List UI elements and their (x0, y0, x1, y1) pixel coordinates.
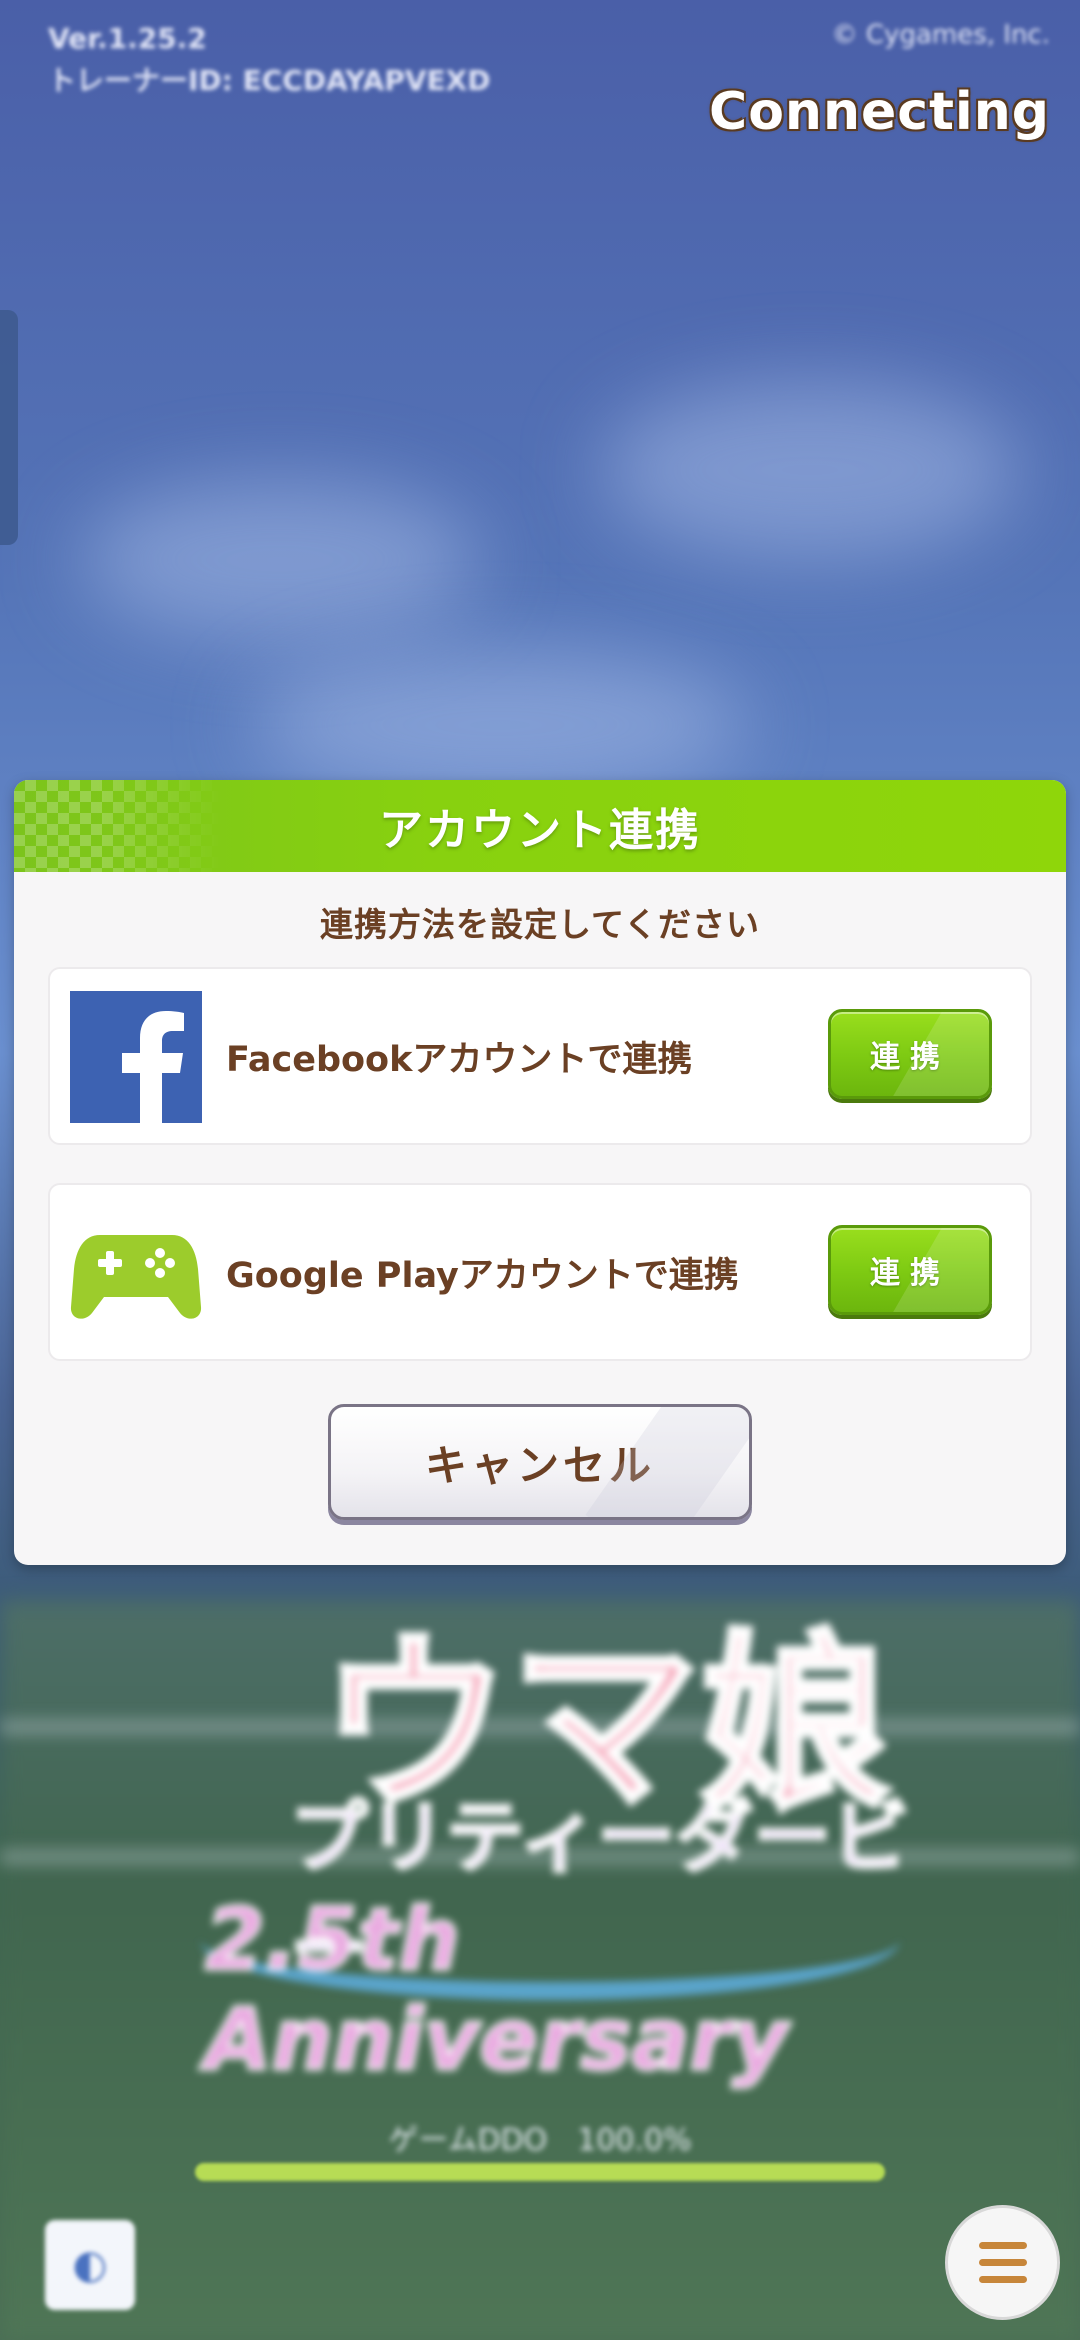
gamepad-icon (70, 1225, 202, 1325)
cancel-button[interactable]: キャンセル (328, 1404, 752, 1520)
game-logo: ウマ娘 プリティーダービー 2.5th Anniversary (150, 1560, 930, 2092)
menu-button[interactable] (945, 2205, 1060, 2320)
cloud (80, 480, 480, 640)
facebook-icon (70, 991, 202, 1123)
account-link-dialog: アカウント連携 連携方法を設定してください Facebookアカウントで連携 連… (14, 780, 1066, 1565)
loading-progress-bar (195, 2163, 885, 2181)
cloud (250, 650, 750, 800)
dialog-subtitle: 連携方法を設定してください (319, 905, 761, 944)
menu-line (978, 2276, 1027, 2283)
facebook-link-button[interactable]: 連携 (828, 1009, 992, 1099)
copyright: © Cygames, Inc. (831, 20, 1050, 50)
connecting-status: Connecting (709, 82, 1050, 142)
logo-anniversary-text: 2.5th Anniversary (204, 1889, 790, 2092)
google-play-option-label: Google Playアカウントで連携 (226, 1255, 739, 1296)
menu-line (978, 2259, 1027, 2266)
corner-logo-icon: ◐ (45, 2220, 135, 2310)
dialog-title: アカウント連携 (379, 805, 701, 856)
side-tab[interactable] (0, 310, 18, 545)
menu-line (978, 2242, 1027, 2249)
google-play-link-button[interactable]: 連携 (828, 1225, 992, 1315)
loading-text: ゲームDDO 100.0% (388, 2123, 692, 2158)
facebook-option: Facebookアカウントで連携 連携 (48, 967, 1032, 1145)
cloud (600, 380, 1020, 560)
facebook-option-label: Facebookアカウントで連携 (226, 1039, 693, 1080)
trainer-id: トレーナーID: ECCDAYAPVEXD (48, 64, 491, 97)
google-play-option: Google Playアカウントで連携 連携 (48, 1183, 1032, 1361)
version-number: Ver.1.25.2 (48, 22, 207, 55)
version-info: Ver.1.25.2 トレーナーID: ECCDAYAPVEXD (48, 18, 490, 102)
dialog-header: アカウント連携 (14, 780, 1066, 872)
